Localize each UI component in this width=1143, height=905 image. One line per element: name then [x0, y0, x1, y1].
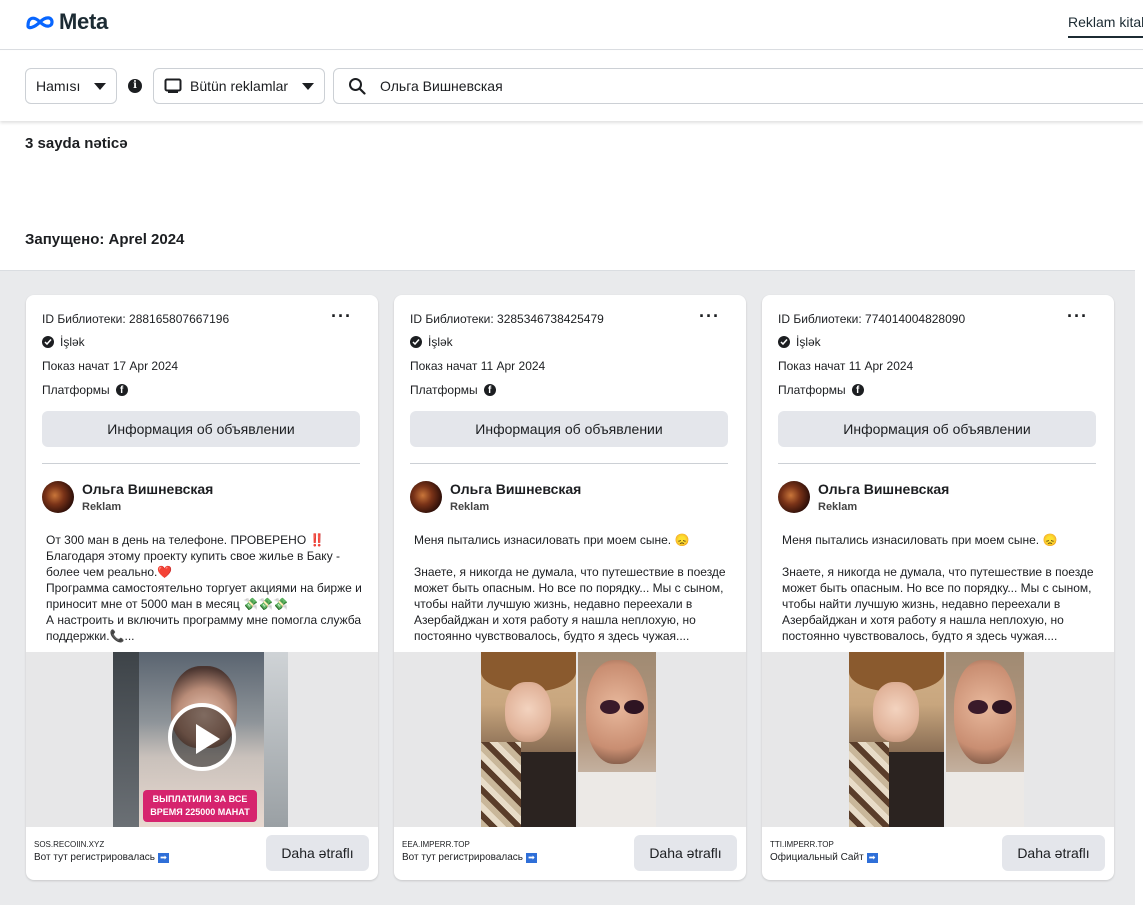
facebook-icon: f [851, 384, 864, 396]
ad-body-text: Меня пытались изнасиловать при моем сыне… [414, 533, 726, 643]
avatar[interactable] [778, 481, 810, 513]
more-options-icon[interactable]: ··· [1067, 307, 1088, 325]
meta-logo[interactable]: Meta [25, 9, 108, 35]
nav-ad-library[interactable]: Reklam kitabxanası [1068, 14, 1143, 38]
start-date: Показ начат 17 Apr 2024 [42, 359, 179, 373]
start-date: Показ начат 11 Apr 2024 [410, 359, 546, 373]
link-caption[interactable]: Официальный Сайт ➡ [770, 852, 878, 863]
launched-heading: Запущено: Aprel 2024 [25, 231, 185, 248]
caret-down-icon [302, 82, 314, 90]
more-options-icon[interactable]: ··· [699, 307, 720, 325]
learn-more-button[interactable]: Daha ətraflı [1002, 835, 1105, 871]
sponsored-label: Reklam [82, 501, 122, 513]
library-id: ID Библиотеки: 3285346738425479 [410, 312, 604, 326]
link-caption[interactable]: Вот тут регистрировалась ➡ [402, 852, 537, 863]
search-icon [349, 78, 366, 95]
ad-video[interactable]: ВЫПЛАТИЛИ ЗА ВСЕ ВРЕМЯ 225000 МАНАТ [113, 652, 288, 827]
photo-right-panel [946, 652, 1024, 827]
top-bar: Meta Reklam kitabxanası [0, 0, 1143, 50]
facebook-icon: f [483, 384, 496, 396]
link-caption[interactable]: Вот тут регистрировалась ➡ [34, 852, 169, 863]
link-caption-text: Официальный Сайт [770, 852, 864, 863]
meta-infinity-icon [26, 16, 54, 30]
play-icon[interactable] [168, 703, 236, 771]
arrow-right-icon: ➡ [526, 852, 537, 863]
search-value: Ольга Вишневская [380, 78, 503, 94]
info-icon[interactable]: i [128, 79, 142, 93]
divider [778, 463, 1096, 464]
library-id: ID Библиотеки: 774014004828090 [778, 312, 966, 326]
status-text: İşlək [428, 335, 453, 349]
status-row: İşlək [410, 335, 453, 349]
link-domain: SOS.RECOIIN.XYZ [34, 840, 105, 849]
advertiser-name[interactable]: Ольга Вишневская [818, 481, 949, 497]
caret-down-icon [94, 82, 106, 90]
divider [42, 463, 360, 464]
start-date: Показ начат 11 Apr 2024 [778, 359, 914, 373]
status-row: İşlək [778, 335, 821, 349]
arrow-right-icon: ➡ [158, 852, 169, 863]
ad-details-button[interactable]: Информация об объявлении [410, 411, 728, 447]
filter-bar: Hamısı i Bütün reklamlar Ольга Вишневска… [0, 51, 1143, 121]
ad-image[interactable] [481, 652, 656, 827]
ad-card: ID Библиотеки: 288165807667196 ··· İşlək… [26, 295, 378, 880]
status-row: İşlək [42, 335, 85, 349]
photo-left-panel [849, 652, 944, 827]
platforms-label: Платформы [778, 383, 846, 397]
link-domain: TTI.IMPERR.TOP [770, 840, 834, 849]
ad-media [394, 652, 746, 827]
check-circle-icon [778, 336, 790, 348]
ad-media: ВЫПЛАТИЛИ ЗА ВСЕ ВРЕМЯ 225000 МАНАТ [26, 652, 378, 827]
brand-name: Meta [59, 9, 108, 34]
platforms-label: Платформы [410, 383, 478, 397]
status-text: İşlək [60, 335, 85, 349]
link-caption-text: Вот тут регистрировалась [34, 852, 155, 863]
check-circle-icon [410, 336, 422, 348]
results-count: 3 sayda nəticə [25, 135, 128, 152]
advertiser-name[interactable]: Ольга Вишневская [450, 481, 581, 497]
monitor-icon [164, 78, 182, 93]
advertiser-name[interactable]: Ольга Вишневская [82, 481, 213, 497]
ad-type-dropdown[interactable]: Bütün reklamlar [153, 68, 325, 104]
country-dropdown[interactable]: Hamısı [25, 68, 117, 104]
avatar[interactable] [42, 481, 74, 513]
ad-details-button[interactable]: Информация об объявлении [778, 411, 1096, 447]
country-dropdown-label: Hamısı [36, 78, 81, 94]
platforms-row: Платформы f [778, 383, 864, 397]
learn-more-button[interactable]: Daha ətraflı [634, 835, 737, 871]
platforms-row: Платформы f [42, 383, 128, 397]
learn-more-button[interactable]: Daha ətraflı [266, 835, 369, 871]
link-caption-text: Вот тут регистрировалась [402, 852, 523, 863]
link-domain: EEA.IMPERR.TOP [402, 840, 470, 849]
ad-body-text: От 300 ман в день на телефоне. ПРОВЕРЕНО… [46, 533, 362, 643]
ad-card: ID Библиотеки: 774014004828090 ··· İşlək… [762, 295, 1114, 880]
arrow-right-icon: ➡ [866, 852, 878, 863]
ad-body-text: Меня пытались изнасиловать при моем сыне… [782, 533, 1094, 643]
ad-details-button[interactable]: Информация об объявлении [42, 411, 360, 447]
ad-image[interactable] [849, 652, 1024, 827]
ad-media [762, 652, 1114, 827]
video-background [264, 652, 288, 827]
avatar[interactable] [410, 481, 442, 513]
search-input[interactable]: Ольга Вишневская [333, 68, 1143, 104]
library-id: ID Библиотеки: 288165807667196 [42, 312, 230, 326]
sponsored-label: Reklam [818, 501, 858, 513]
video-background [113, 652, 139, 827]
photo-left-panel [481, 652, 576, 827]
platforms-label: Платформы [42, 383, 110, 397]
status-text: İşlək [796, 335, 821, 349]
sponsored-label: Reklam [450, 501, 490, 513]
more-options-icon[interactable]: ··· [331, 307, 352, 325]
facebook-icon: f [115, 384, 128, 396]
photo-right-panel [578, 652, 656, 827]
check-circle-icon [42, 336, 54, 348]
platforms-row: Платформы f [410, 383, 496, 397]
video-banner: ВЫПЛАТИЛИ ЗА ВСЕ ВРЕМЯ 225000 МАНАТ [143, 790, 257, 822]
divider [410, 463, 728, 464]
ad-card: ID Библиотеки: 3285346738425479 ··· İşlə… [394, 295, 746, 880]
ad-type-dropdown-label: Bütün reklamlar [190, 78, 289, 94]
